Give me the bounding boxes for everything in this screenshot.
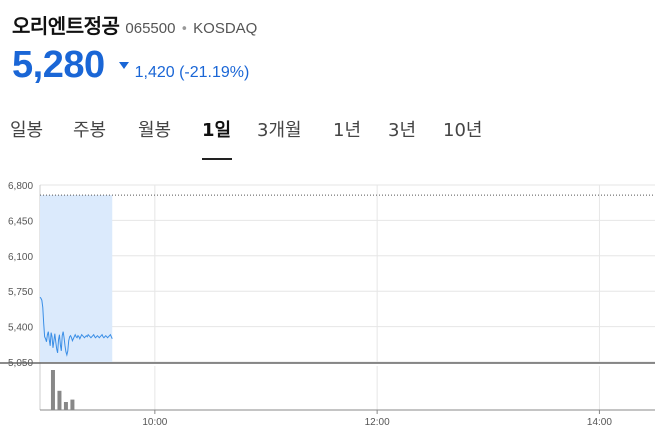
y-tick-label: 5,400 <box>8 323 33 334</box>
x-tick-label: 12:00 <box>365 417 390 428</box>
tab-10years[interactable]: 10년 <box>443 116 482 142</box>
tab-weekly[interactable]: 주봉 <box>73 116 106 142</box>
tab-1year[interactable]: 1년 <box>333 116 361 142</box>
y-tick-label: 5,750 <box>8 287 33 298</box>
period-tabs: 일봉 주봉 월봉 1일 3개월 1년 3년 10년 <box>0 112 655 160</box>
price-row: 5,280 1,420 (-21.19%) <box>12 44 249 87</box>
tab-daily[interactable]: 일봉 <box>10 116 43 142</box>
active-tab-indicator <box>202 158 232 160</box>
down-arrow-icon <box>118 62 129 69</box>
y-tick-label: 6,450 <box>8 216 33 227</box>
tab-3years[interactable]: 3년 <box>388 116 416 142</box>
stock-chart-widget: 오리엔트정공 065500 • KOSDAQ 5,280 1,420 (-21.… <box>0 0 655 430</box>
separator-dot: • <box>180 22 189 37</box>
intraday-price-chart[interactable]: 6,8006,4506,1005,7505,4005,05010:00 12:00… <box>0 170 655 430</box>
x-tick-label: 14:00 <box>587 417 612 428</box>
stock-name[interactable]: 오리엔트정공 <box>12 10 120 39</box>
price-change: 1,420 (-21.19%) <box>134 64 250 81</box>
y-tick-label: 6,100 <box>8 252 33 263</box>
volume-bar <box>50 370 55 410</box>
y-tick-label: 6,800 <box>8 181 33 192</box>
current-price: 5,280 <box>12 44 105 86</box>
x-tick-label: 10:00 <box>142 417 167 428</box>
tab-3months[interactable]: 3개월 <box>257 116 302 142</box>
stock-header: 오리엔트정공 065500 • KOSDAQ <box>12 10 257 39</box>
volume-bar <box>63 402 68 410</box>
stock-code: 065500 <box>125 20 176 37</box>
volume-bar <box>57 390 62 410</box>
tab-1day[interactable]: 1일 <box>202 116 231 142</box>
volume-bar <box>70 399 75 410</box>
market-name: KOSDAQ <box>193 20 258 37</box>
tab-monthly[interactable]: 월봉 <box>138 116 171 142</box>
